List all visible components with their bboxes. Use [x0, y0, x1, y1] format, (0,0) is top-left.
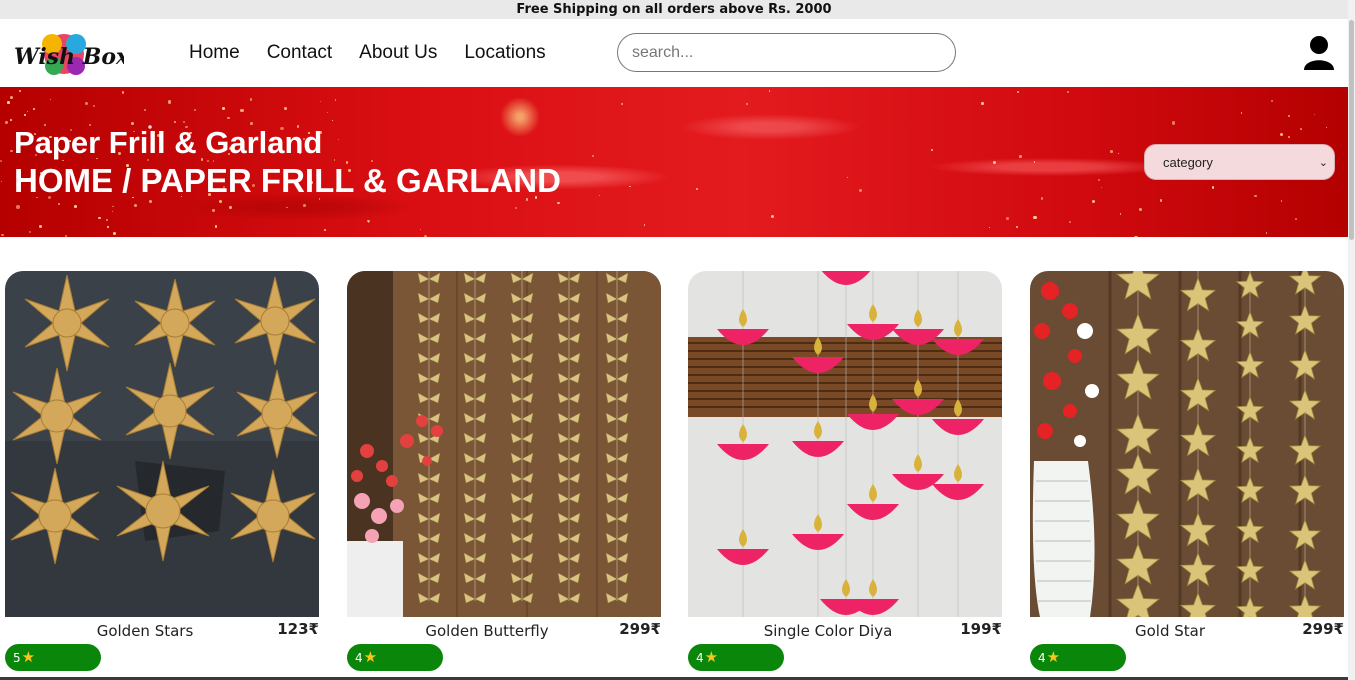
rating-value: 4 — [355, 651, 363, 665]
user-account-icon[interactable] — [1302, 35, 1336, 71]
main-nav: Home Contact About Us Locations — [189, 42, 573, 64]
product-card[interactable]: Gold Star 299₹ 4★ — [1030, 271, 1344, 680]
rating-badge: 4★ — [347, 644, 443, 671]
product-image[interactable] — [688, 271, 1002, 617]
product-card[interactable]: Single Color Diya 199₹ 4★ — [688, 271, 1002, 680]
chevron-down-icon: ⌄ — [1318, 156, 1328, 169]
nav-contact[interactable]: Contact — [267, 42, 332, 64]
breadcrumb: HOME / PAPER FRILL & GARLAND — [14, 162, 561, 199]
rating-badge: 4★ — [688, 644, 784, 671]
nav-home[interactable]: Home — [189, 42, 240, 64]
product-image[interactable] — [5, 271, 319, 617]
announcement-text: Free Shipping on all orders above Rs. 20… — [516, 2, 832, 17]
site-header: Wish Box Home Contact About Us Locations — [0, 19, 1348, 87]
rating-badge: 4★ — [1030, 644, 1126, 671]
star-icon: ★ — [21, 648, 36, 666]
star-icon: ★ — [1046, 648, 1061, 666]
product-name[interactable]: Single Color Diya — [688, 622, 968, 640]
product-image[interactable] — [347, 271, 661, 617]
star-icon: ★ — [363, 648, 378, 666]
rating-value: 4 — [696, 651, 704, 665]
product-name[interactable]: Golden Butterfly — [347, 622, 627, 640]
category-banner: Paper Frill & Garland HOME / PAPER FRILL… — [0, 87, 1348, 237]
search-input[interactable] — [617, 33, 956, 72]
product-name[interactable]: Gold Star — [1030, 622, 1310, 640]
product-price: 123₹ — [277, 620, 319, 638]
category-select[interactable]: category ⌄ — [1144, 144, 1335, 180]
rating-badge: 5★ — [5, 644, 101, 671]
product-price: 299₹ — [1302, 620, 1344, 638]
product-name[interactable]: Golden Stars — [5, 622, 285, 640]
scrollbar[interactable] — [1348, 0, 1355, 680]
announcement-bar: Free Shipping on all orders above Rs. 20… — [0, 0, 1348, 19]
rating-value: 5 — [13, 651, 21, 665]
star-icon: ★ — [704, 648, 719, 666]
nav-about-us[interactable]: About Us — [359, 42, 437, 64]
nav-locations[interactable]: Locations — [464, 42, 545, 64]
product-card[interactable]: Golden Butterfly 299₹ 4★ — [347, 271, 661, 680]
scrollbar-thumb[interactable] — [1349, 20, 1354, 240]
product-price: 299₹ — [619, 620, 661, 638]
wishbox-logo[interactable]: Wish Box — [12, 22, 124, 84]
product-image[interactable] — [1030, 271, 1344, 617]
product-card[interactable]: Golden Stars 123₹ 5★ — [5, 271, 319, 680]
svg-text:Wish Box: Wish Box — [14, 44, 124, 70]
product-price: 199₹ — [960, 620, 1002, 638]
category-select-value: category — [1163, 154, 1213, 170]
page-title: Paper Frill & Garland — [14, 125, 323, 160]
rating-value: 4 — [1038, 651, 1046, 665]
